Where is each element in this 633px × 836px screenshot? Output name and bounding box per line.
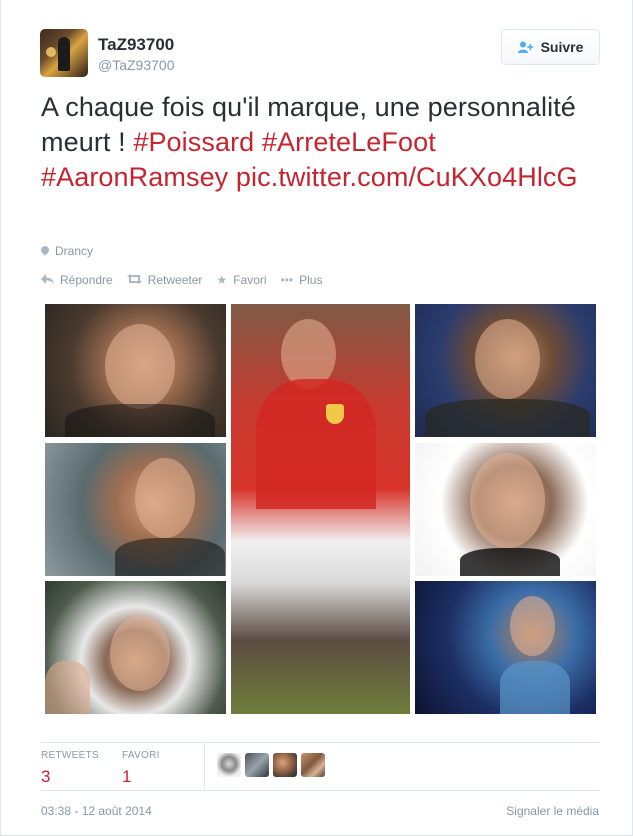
favorite-count-value: 1 [122, 767, 132, 786]
divider [41, 790, 600, 791]
retweet-icon [126, 273, 142, 287]
club-crest-icon [326, 404, 344, 424]
avatar[interactable] [217, 753, 241, 777]
favoriters-avatars [217, 753, 325, 777]
photo-performer[interactable] [415, 581, 596, 714]
photo-face [475, 319, 540, 399]
tweet-text: A chaque fois qu'il marque, une personna… [41, 90, 601, 195]
hashtag-link[interactable]: #Poissard [133, 127, 254, 157]
photo-portrait-2[interactable] [45, 443, 226, 576]
tweet-timestamp[interactable]: 03:38 - 12 août 2014 [41, 804, 152, 818]
tweet-location[interactable]: Drancy [41, 244, 93, 258]
report-media-link[interactable]: Signaler le média [506, 804, 599, 818]
photo-face [510, 596, 555, 656]
location-label: Drancy [55, 244, 94, 258]
photo-jersey [256, 379, 376, 509]
avatar-figure [58, 37, 70, 71]
photo-portrait-5[interactable] [415, 443, 596, 576]
follow-button-label: Suivre [540, 39, 584, 55]
photo-portrait-3[interactable] [45, 581, 226, 714]
photo-portrait-1[interactable] [45, 304, 226, 437]
retweet-count-value: 3 [41, 767, 51, 786]
photo-face [135, 458, 195, 538]
avatar[interactable] [245, 753, 269, 777]
location-pin-icon [41, 246, 49, 257]
follow-user-icon [517, 41, 534, 53]
tweet-actions: Répondre Retweeter ★ Favori ••• Plus [41, 273, 322, 287]
star-icon: ★ [216, 273, 228, 287]
more-dots-icon: ••• [280, 273, 294, 287]
photo-clothing [460, 548, 560, 576]
favorite-button[interactable]: ★ Favori [216, 273, 266, 287]
media-link[interactable]: pic.twitter.com/CuKXo4HlcG [236, 162, 578, 192]
favorite-label: Favori [233, 273, 267, 287]
follow-button[interactable]: Suivre [501, 29, 600, 65]
user-username[interactable]: @TaZ93700 [98, 57, 174, 73]
reply-label: Répondre [60, 273, 113, 287]
photo-dress [500, 661, 570, 714]
avatar[interactable] [301, 753, 325, 777]
more-button[interactable]: ••• Plus [281, 273, 323, 287]
avatar[interactable] [40, 29, 88, 77]
reply-icon [41, 273, 54, 287]
stats-separator [204, 743, 205, 789]
photo-face [105, 324, 175, 409]
favorite-count[interactable]: FAVORI 1 [122, 750, 160, 787]
more-label: Plus [299, 273, 323, 287]
avatar-glow [46, 47, 56, 57]
hashtag-link[interactable]: #AaronRamsey [41, 162, 228, 192]
avatar[interactable] [273, 753, 297, 777]
photo-footballer[interactable] [231, 304, 410, 714]
retweet-count[interactable]: RETWEETS 3 [41, 750, 99, 787]
retweet-button[interactable]: Retweeter [126, 273, 203, 287]
divider [41, 742, 600, 743]
retweet-label: Retweeter [147, 273, 203, 287]
photo-clothing [425, 399, 590, 437]
user-fullname[interactable]: TaZ93700 [98, 35, 174, 55]
photo-portrait-4[interactable] [415, 304, 596, 437]
photo-face [110, 616, 170, 691]
photo-clothing [115, 538, 225, 576]
photo-clothing [65, 404, 215, 437]
favorite-count-label: FAVORI [122, 750, 160, 761]
retweet-count-label: RETWEETS [41, 750, 99, 761]
reply-button[interactable]: Répondre [41, 273, 113, 287]
hashtag-link[interactable]: #ArreteLeFoot [262, 127, 436, 157]
photo-face [470, 453, 545, 548]
media-collage[interactable] [45, 304, 596, 714]
tweet-card: TaZ93700 @TaZ93700 Suivre A chaque fois … [0, 0, 633, 836]
photo-hand [45, 661, 90, 714]
